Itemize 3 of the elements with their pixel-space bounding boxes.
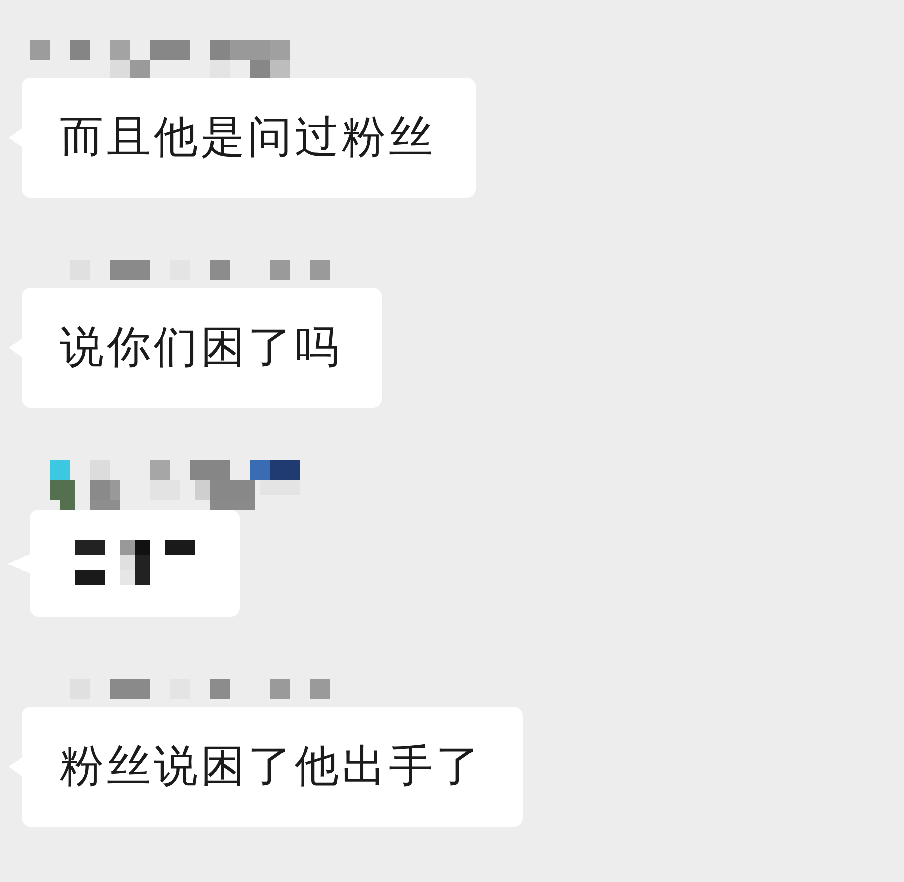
message-bubble: 说你们困了吗 xyxy=(9,288,382,408)
message-bubble: 而且他是问过粉丝 xyxy=(9,78,476,198)
message-bubble: 粉丝说困了他出手了 xyxy=(9,707,523,827)
